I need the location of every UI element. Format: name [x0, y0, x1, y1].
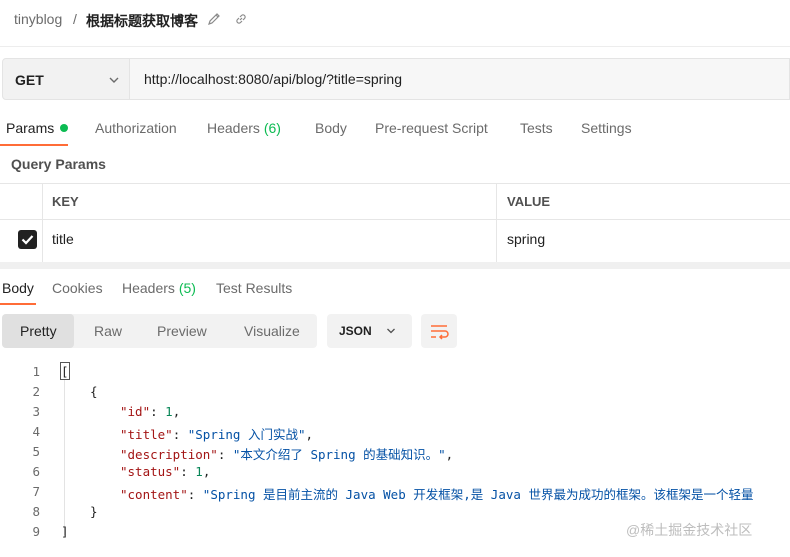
- checkmark-icon: [21, 235, 34, 245]
- json-key: "title": [120, 427, 173, 442]
- tab-prerequest-script[interactable]: Pre-request Script: [375, 120, 488, 136]
- json-key: "description": [120, 447, 218, 462]
- tab-params-label: Params: [6, 120, 55, 136]
- code-close-bracket: ]: [61, 524, 69, 539]
- pane-divider[interactable]: [0, 262, 790, 269]
- view-mode-visualize[interactable]: Visualize: [244, 323, 300, 339]
- line-number: 4: [32, 424, 40, 439]
- tab-headers[interactable]: Headers (6): [207, 120, 281, 136]
- format-select[interactable]: JSON: [327, 314, 412, 348]
- response-tab-test-results[interactable]: Test Results: [216, 280, 292, 296]
- url-text: http://localhost:8080/api/blog/?title=sp…: [144, 71, 403, 87]
- url-input[interactable]: http://localhost:8080/api/blog/?title=sp…: [130, 58, 790, 100]
- response-tab-headers-label: Headers: [122, 280, 175, 296]
- code-close-brace: }: [90, 504, 98, 519]
- json-value: 1: [195, 464, 203, 479]
- code-line-content-clip: "content": "Spring 是目前主流的 Java Web 开发框架,…: [120, 484, 790, 502]
- param-key-cell[interactable]: title: [52, 231, 74, 247]
- json-value: "Spring 是目前主流的 Java Web 开发框架,是 Java 世界最为…: [202, 487, 754, 502]
- json-key: "id": [120, 404, 151, 419]
- table-header-row: [0, 184, 790, 220]
- code-line-title: "title": "Spring 入门实战",: [120, 427, 314, 442]
- params-active-dot: [60, 124, 69, 132]
- json-value: "本文介绍了 Spring 的基础知识。": [232, 447, 446, 462]
- code-open-brace: {: [90, 384, 98, 399]
- value-column-header: VALUE: [507, 194, 551, 209]
- chevron-down-icon: [109, 77, 119, 83]
- json-key: "content": [120, 487, 188, 502]
- line-number: 6: [32, 464, 40, 479]
- view-mode-selector: Pretty Raw Preview Visualize: [2, 314, 317, 348]
- tab-params[interactable]: Params: [6, 120, 69, 136]
- json-key: "status": [120, 464, 181, 479]
- tab-tests[interactable]: Tests: [520, 120, 553, 136]
- active-response-tab-indicator: [0, 303, 36, 305]
- method-label: GET: [15, 72, 44, 88]
- view-mode-preview[interactable]: Preview: [157, 323, 207, 339]
- tab-headers-count: (6): [263, 120, 281, 136]
- wrap-lines-button[interactable]: [421, 314, 457, 348]
- response-tab-headers[interactable]: Headers (5): [122, 280, 196, 296]
- breadcrumb-separator: /: [73, 11, 77, 27]
- code-open-bracket: [: [61, 364, 69, 379]
- watermark: @稀土掘金技术社区: [626, 522, 753, 538]
- line-number: 5: [32, 444, 40, 459]
- query-params-title: Query Params: [11, 156, 106, 172]
- tab-headers-label: Headers: [207, 120, 260, 136]
- line-number: 3: [32, 404, 40, 419]
- link-icon[interactable]: [234, 12, 248, 26]
- chevron-down-icon: [387, 328, 395, 334]
- indent-guide: [64, 380, 65, 535]
- request-name[interactable]: 根据标题获取博客: [86, 11, 198, 31]
- param-enabled-checkbox[interactable]: [18, 230, 37, 249]
- line-number: 7: [32, 484, 40, 499]
- line-number: 8: [32, 504, 40, 519]
- view-mode-raw[interactable]: Raw: [94, 323, 122, 339]
- json-value: "Spring 入门实战": [187, 427, 306, 442]
- code-line-description: "description": "本文介绍了 Spring 的基础知识。",: [120, 447, 454, 462]
- active-tab-indicator: [0, 144, 68, 146]
- request-header: tinyblog / 根据标题获取博客: [0, 0, 790, 47]
- code-line-status: "status": 1,: [120, 464, 211, 479]
- line-number: 2: [32, 384, 40, 399]
- param-value-cell[interactable]: spring: [507, 231, 545, 247]
- tab-body[interactable]: Body: [315, 120, 347, 136]
- code-line-id: "id": 1,: [120, 404, 181, 419]
- method-select[interactable]: GET: [2, 58, 130, 100]
- key-column-header: KEY: [52, 194, 79, 209]
- response-tab-cookies[interactable]: Cookies: [52, 280, 103, 296]
- tab-settings[interactable]: Settings: [581, 120, 632, 136]
- wrap-lines-icon: [431, 325, 449, 340]
- json-value: 1: [165, 404, 173, 419]
- column-divider: [42, 184, 43, 264]
- url-bar: GET http://localhost:8080/api/blog/?titl…: [2, 58, 790, 100]
- response-tab-body[interactable]: Body: [2, 280, 34, 296]
- format-label: JSON: [339, 324, 372, 338]
- code-line-content: "content": "Spring 是目前主流的 Java Web 开发框架,…: [120, 487, 754, 502]
- request-tabs: Params Authorization Headers (6) Body Pr…: [0, 118, 790, 148]
- view-mode-pretty[interactable]: Pretty: [20, 323, 57, 339]
- response-tab-headers-count: (5): [178, 280, 196, 296]
- response-tabs: Body Cookies Headers (5) Test Results: [0, 276, 790, 306]
- line-number: 1: [32, 364, 40, 379]
- breadcrumb-collection[interactable]: tinyblog: [14, 11, 62, 27]
- line-number: 9: [32, 524, 40, 539]
- tab-authorization[interactable]: Authorization: [95, 120, 177, 136]
- pencil-icon[interactable]: [207, 12, 221, 26]
- column-divider[interactable]: [496, 184, 497, 264]
- query-params-table: KEY VALUE title spring: [0, 183, 790, 264]
